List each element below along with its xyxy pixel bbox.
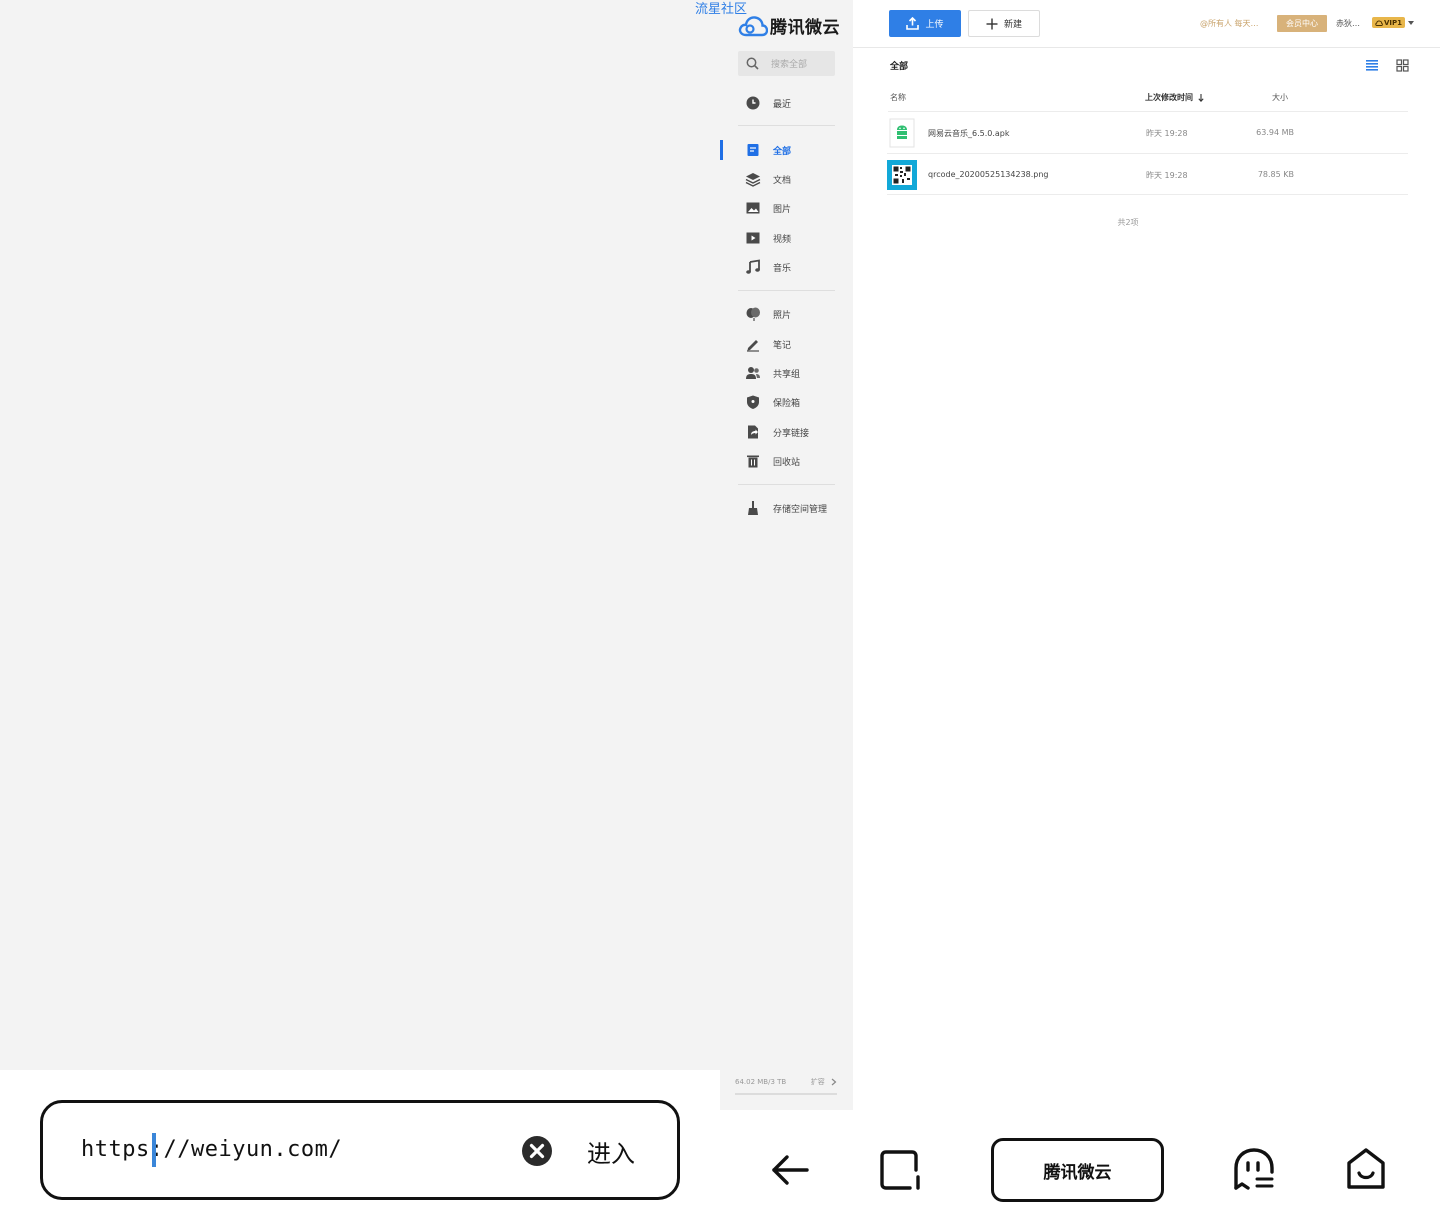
file-name[interactable]: 网易云音乐_6.5.0.apk <box>928 128 1010 139</box>
sidebar-item-label: 笔记 <box>773 340 792 351</box>
sidebar-item-videos[interactable]: 视频 <box>745 227 791 249</box>
clear-icon[interactable] <box>521 1135 553 1167</box>
breadcrumb: 全部 <box>890 62 909 72</box>
qrcode-thumbnail-icon <box>887 160 917 190</box>
layers-icon <box>745 173 761 187</box>
sidebar-item-label: 图片 <box>773 204 792 215</box>
file-modified: 昨天 19:28 <box>1146 129 1188 138</box>
sidebar <box>720 0 853 1110</box>
enter-button[interactable]: 进入 <box>587 1134 635 1169</box>
sidebar-item-recycle-bin[interactable]: 回收站 <box>745 450 800 472</box>
sidebar-item-notes[interactable]: 笔记 <box>745 333 791 355</box>
chevron-right-icon <box>831 1078 837 1086</box>
sidebar-item-recent[interactable]: 最近 <box>745 92 791 114</box>
sidebar-divider <box>738 484 835 485</box>
back-arrow-icon[interactable] <box>770 1152 810 1188</box>
brand-name: 腾讯微云 <box>770 18 840 38</box>
blank-panel <box>0 0 720 1070</box>
ghost-menu-icon[interactable] <box>1233 1148 1275 1192</box>
header-divider <box>888 111 1408 112</box>
upload-label: 上传 <box>925 19 944 29</box>
file-size: 63.94 MB <box>1256 128 1294 137</box>
sidebar-item-all[interactable]: 全部 <box>745 139 791 161</box>
sidebar-item-label: 分享链接 <box>773 428 810 439</box>
page-title-button[interactable]: 腾讯微云 <box>991 1138 1164 1202</box>
sidebar-divider <box>738 125 835 126</box>
notice-text[interactable]: @所有人 每天… <box>1200 18 1259 29</box>
sidebar-item-images[interactable]: 图片 <box>745 197 791 219</box>
storage-expand[interactable]: 扩容 <box>811 1077 837 1087</box>
vip-label: VIP1 <box>1384 18 1403 27</box>
sidebar-item-storage-management[interactable]: 存储空间管理 <box>745 497 827 519</box>
document-icon <box>747 144 759 156</box>
share-link-icon <box>748 425 758 439</box>
sidebar-item-label: 视频 <box>773 234 792 245</box>
cloud-logo-icon <box>738 15 768 36</box>
sidebar-item-label: 文档 <box>773 175 792 186</box>
file-name[interactable]: qrcode_20200525134238.png <box>928 170 1049 179</box>
storage-progress <box>735 1093 837 1095</box>
upload-icon <box>906 17 920 30</box>
trash-icon <box>747 455 759 468</box>
sidebar-item-label: 最近 <box>773 99 792 110</box>
file-size: 78.85 KB <box>1257 170 1294 179</box>
sidebar-item-groups[interactable]: 共享组 <box>745 362 800 384</box>
broom-icon <box>748 501 758 515</box>
table-row[interactable]: qrcode_20200525134238.png 昨天 19:28 78.85… <box>887 154 1408 195</box>
search-placeholder: 搜索全部 <box>771 60 808 70</box>
sidebar-item-label: 音乐 <box>773 263 792 274</box>
item-count: 共2项 <box>1117 218 1139 227</box>
sidebar-item-docs[interactable]: 文档 <box>745 168 791 190</box>
plus-icon <box>986 18 998 29</box>
music-icon <box>746 259 760 274</box>
new-button[interactable]: 新建 <box>968 10 1040 37</box>
upload-button[interactable]: 上传 <box>889 10 961 37</box>
url-input[interactable]: https://weiyun.com/ <box>81 1137 342 1162</box>
sort-down-icon <box>1198 93 1204 102</box>
column-header-modified[interactable]: 上次修改时间 <box>1145 92 1204 103</box>
sidebar-item-label: 共享组 <box>773 369 801 380</box>
vip-badge[interactable]: VIP1 <box>1372 17 1406 28</box>
url-bar[interactable]: https://weiyun.com/ 进入 <box>40 1100 680 1200</box>
sidebar-item-share-links[interactable]: 分享链接 <box>745 421 809 443</box>
tabs-icon[interactable] <box>880 1150 922 1190</box>
column-header-size[interactable]: 大小 <box>1272 92 1288 103</box>
sidebar-item-photos[interactable]: 照片 <box>745 303 791 325</box>
brand[interactable]: 腾讯微云 <box>738 13 840 38</box>
storage-info[interactable]: 64.02 MB/3 TB 扩容 <box>735 1077 837 1087</box>
active-indicator <box>720 140 723 160</box>
cloud-icon <box>1375 20 1383 26</box>
video-icon <box>746 232 760 244</box>
screen: 流星社区 腾讯微云 搜索全部 最近 全部 文档 图片 视频 音乐 照片 笔记 共… <box>0 0 1440 1230</box>
file-modified: 昨天 19:28 <box>1146 171 1188 180</box>
sidebar-item-safe[interactable]: 保险箱 <box>745 391 800 413</box>
table-row[interactable]: 网易云音乐_6.5.0.apk 昨天 19:28 63.94 MB <box>887 113 1408 154</box>
user-name[interactable]: 赤狄… <box>1336 18 1360 29</box>
sidebar-item-label: 照片 <box>773 310 792 321</box>
chevron-down-icon[interactable] <box>1408 21 1414 25</box>
pen-icon <box>747 340 759 352</box>
sidebar-item-label: 存储空间管理 <box>773 504 828 515</box>
sidebar-divider <box>738 290 835 291</box>
apk-file-icon <box>889 118 915 148</box>
column-header-name[interactable]: 名称 <box>890 92 906 103</box>
home-icon[interactable] <box>1345 1147 1387 1191</box>
member-center-button[interactable]: 会员中心 <box>1277 15 1327 32</box>
grid-view-icon[interactable] <box>1396 59 1409 72</box>
image-icon <box>746 202 760 214</box>
new-label: 新建 <box>1003 19 1022 29</box>
clock-icon <box>746 96 760 110</box>
group-icon <box>746 367 760 379</box>
list-view-icon[interactable] <box>1365 59 1379 71</box>
sidebar-item-label: 保险箱 <box>773 398 801 409</box>
sidebar-item-label: 回收站 <box>773 457 801 468</box>
search-input[interactable]: 搜索全部 <box>738 51 835 76</box>
shield-icon <box>747 395 759 409</box>
sidebar-item-music[interactable]: 音乐 <box>745 256 791 278</box>
sidebar-item-label: 全部 <box>773 146 792 157</box>
storage-used: 64.02 MB/3 TB <box>735 1078 787 1086</box>
photo-balloon-icon <box>746 307 760 321</box>
text-cursor <box>152 1133 156 1167</box>
search-icon <box>746 57 759 70</box>
